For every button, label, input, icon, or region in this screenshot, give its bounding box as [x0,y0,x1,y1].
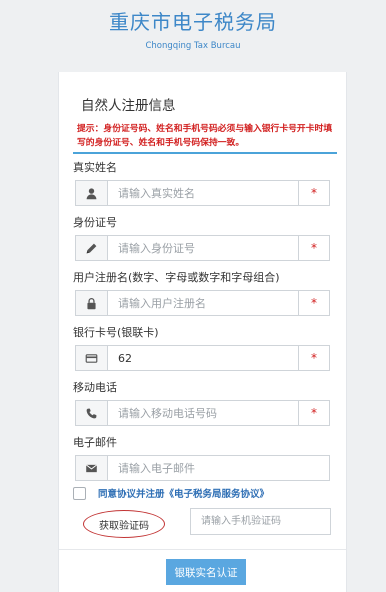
lock-icon [76,291,108,315]
credit-card-icon [76,346,108,370]
required-mark: * [298,291,329,315]
registration-card: 自然人注册信息 提示：身份证号码、姓名和手机号码必须与输入银行卡号开卡时填写的身… [58,72,347,592]
notice-text: 提示：身份证号码、姓名和手机号码必须与输入银行卡号开卡时填写的身份证号、姓名和手… [77,124,333,148]
real-name-input[interactable] [108,181,298,205]
id-number-input[interactable] [108,236,298,260]
email-input[interactable] [108,456,329,480]
notice-divider [73,152,337,154]
agreement-link[interactable]: 同意协议并注册《电子税务局服务协议》 [98,486,269,500]
username-input[interactable] [108,291,298,315]
bank-card-group: * [75,345,330,371]
header: 重庆市电子税务局 Chongqing Tax Burcau [0,0,386,70]
id-number-label: 身份证号 [73,216,117,229]
get-code-button[interactable]: 获取验证码 [83,510,165,538]
required-mark: * [298,236,329,260]
verification-row: 获取验证码 [75,508,331,538]
form-title: 自然人注册信息 [81,98,176,114]
form-divider [59,549,346,550]
phone-icon [76,401,108,425]
site-title: 重庆市电子税务局 [109,10,277,34]
real-name-group: * [75,180,330,206]
mobile-group: * [75,400,330,426]
required-mark: * [298,181,329,205]
mobile-input[interactable] [108,401,298,425]
real-name-label: 真实姓名 [73,161,117,174]
bank-card-input[interactable] [108,346,298,370]
user-icon [76,181,108,205]
username-group: * [75,290,330,316]
agreement-checkbox[interactable] [73,486,86,500]
site-subtitle: Chongqing Tax Burcau [145,41,241,51]
agreement-row: 同意协议并注册《电子税务局服务协议》 [73,486,269,500]
username-label: 用户注册名(数字、字母或数字和字母组合) [73,271,280,284]
required-mark: * [298,346,329,370]
email-label: 电子邮件 [73,436,117,449]
email-group [75,455,330,481]
mobile-label: 移动电话 [73,381,117,394]
id-number-group: * [75,235,330,261]
bank-card-label: 银行卡号(银联卡) [73,326,159,339]
required-mark: * [298,401,329,425]
pencil-icon [76,236,108,260]
submit-button[interactable]: 银联实名认证 [166,559,246,585]
sms-code-input[interactable] [190,508,331,535]
envelope-icon [76,456,108,480]
